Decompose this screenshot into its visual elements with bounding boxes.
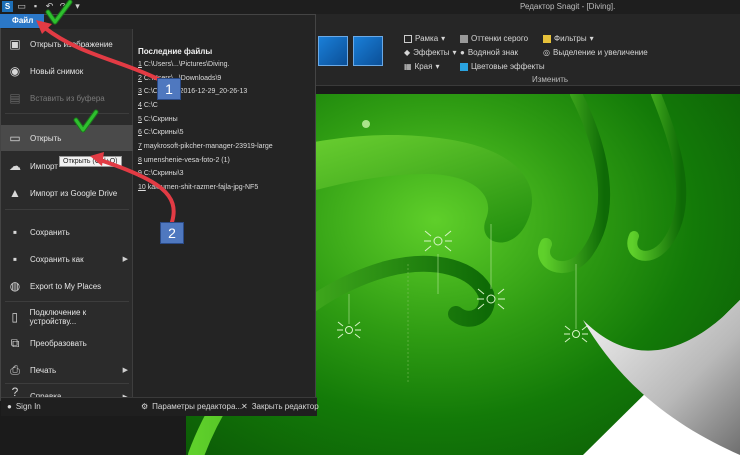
capture-icon: ◉ — [9, 64, 21, 78]
chevron-down-icon: ▾ — [452, 48, 457, 57]
sign-in-button[interactable]: ● Sign In — [7, 402, 41, 411]
chevron-down-icon: ▾ — [435, 62, 440, 71]
recent-file-item[interactable]: 4 C:\С — [138, 102, 158, 109]
undo-icon[interactable]: ↶ — [44, 1, 55, 12]
callout-number-1: 1 — [157, 78, 181, 100]
save-icon[interactable]: ▪ — [30, 1, 41, 12]
open-tooltip: Открыть (Ctrl+O) — [59, 156, 122, 167]
style-thumbnail[interactable] — [353, 36, 383, 66]
file-menu-footer: ● Sign In ⚙ Параметры редактора... ✕ Зак… — [1, 397, 319, 416]
menu-separator — [5, 301, 129, 302]
close-editor-button[interactable]: ✕ Закрыть редактор — [241, 402, 319, 411]
menu-convert[interactable]: ⧉ Преобразовать — [1, 330, 133, 356]
menu-separator — [5, 113, 129, 114]
spotlight-icon: ◎ — [543, 48, 550, 57]
filters-icon — [543, 34, 551, 43]
chevron-down-icon: ▾ — [589, 34, 594, 43]
frame-icon — [404, 34, 412, 43]
menu-save[interactable]: ▪ Сохранить — [1, 219, 133, 245]
snagit-app-icon[interactable]: S — [2, 1, 13, 12]
menu-export-my-places[interactable]: ◍ Export to My Places — [1, 273, 133, 299]
window-title: Редактор Snagit - [Diving]. — [520, 2, 616, 11]
menu-open[interactable]: ▭ Открыть — [1, 125, 133, 151]
save-as-icon: ▪ — [12, 252, 18, 266]
image-icon: ▣ — [9, 37, 21, 51]
menu-separator — [5, 209, 129, 210]
recent-file-item[interactable]: 7 maykrosoft-pikcher-manager-23919-large — [138, 143, 273, 150]
effects-button[interactable]: ◆ Эффекты ▾ — [404, 48, 457, 57]
color-effects-button[interactable]: Цветовые эффекты — [460, 62, 545, 71]
recent-file-item[interactable]: 8 umenshenie-vesa-foto-2 (1) — [138, 157, 230, 164]
google-drive-icon: ▲ — [9, 186, 21, 200]
recent-files-title: Последние файлы — [138, 47, 213, 56]
title-bar: S ▭ ▪ ↶ ↷ ▾ Редактор Snagit - [Diving]. — [0, 0, 740, 14]
recent-file-item[interactable]: 3 C:\Скрины\2016-12-29_20-26-13 — [138, 88, 247, 95]
recent-file-item[interactable]: 9 C:\Скрины\3 — [138, 170, 183, 177]
menu-paste-clipboard[interactable]: ▤ Вставить из буфера — [1, 85, 133, 111]
callout-number-2: 2 — [160, 222, 184, 244]
open-folder-icon[interactable]: ▭ — [16, 1, 27, 12]
recent-file-item[interactable]: 5 C:\Скрины — [138, 116, 178, 123]
redo-icon[interactable]: ↷ — [58, 1, 69, 12]
file-tab[interactable]: Файл — [0, 14, 44, 28]
recent-file-item[interactable]: 10 kak-umen-shit-razmer-fajla-jpg-NF5 — [138, 184, 258, 191]
watermark-icon: ● — [460, 48, 465, 57]
style-thumbnail[interactable] — [318, 36, 348, 66]
menu-new-capture[interactable]: ◉ Новый снимок — [1, 58, 133, 84]
file-menu: ▣ Открыть изображение ◉ Новый снимок ▤ В… — [0, 14, 319, 416]
clipboard-icon: ▤ — [9, 91, 21, 105]
grayscale-icon — [460, 34, 468, 43]
device-icon: ▯ — [11, 310, 19, 324]
editor-settings-button[interactable]: ⚙ Параметры редактора... — [141, 402, 242, 411]
edges-icon: ▦ — [404, 62, 412, 71]
customize-toolbar-icon[interactable]: ▾ — [72, 1, 83, 12]
menu-save-as[interactable]: ▪ Сохранить как ▶ — [1, 246, 133, 272]
frame-button[interactable]: Рамка ▾ — [404, 34, 445, 43]
ribbon-group-label: Изменить — [532, 75, 569, 84]
filters-button[interactable]: Фильтры ▾ — [543, 34, 594, 43]
spotlight-button[interactable]: ◎ Выделение и увеличение — [543, 48, 648, 57]
cloud-icon: ☁ — [9, 159, 21, 173]
gear-icon: ⚙ — [141, 402, 149, 411]
save-icon: ▪ — [12, 225, 18, 239]
page-curl-decoration — [583, 300, 740, 455]
menu-open-image[interactable]: ▣ Открыть изображение — [1, 31, 133, 57]
close-icon: ✕ — [241, 402, 248, 411]
quick-access-toolbar: S ▭ ▪ ↶ ↷ ▾ — [2, 1, 83, 12]
color-effects-icon — [460, 62, 468, 71]
menu-connect-device[interactable]: ▯ Подключение к устройству... — [1, 304, 133, 330]
chevron-down-icon: ▾ — [441, 34, 446, 43]
recent-file-item[interactable]: 6 C:\Скрины\5 — [138, 129, 183, 136]
edges-button[interactable]: ▦ Края ▾ — [404, 62, 439, 71]
effects-icon: ◆ — [404, 48, 411, 57]
convert-icon: ⧉ — [10, 335, 20, 350]
export-icon: ◍ — [9, 279, 21, 293]
file-menu-commands: ▣ Открыть изображение ◉ Новый снимок ▤ В… — [1, 29, 133, 402]
watermark-button[interactable]: ● Водяной знак — [460, 48, 518, 57]
folder-icon: ▭ — [9, 131, 21, 145]
user-icon: ● — [7, 402, 12, 411]
submenu-arrow-icon: ▶ — [122, 256, 128, 263]
grayscale-button[interactable]: Оттенки серого — [460, 34, 528, 43]
recent-file-item[interactable]: 1 C:\Users\...\Pictures\Diving. — [138, 61, 229, 68]
menu-import-google-drive[interactable]: ▲ Импорт из Google Drive — [1, 180, 133, 206]
